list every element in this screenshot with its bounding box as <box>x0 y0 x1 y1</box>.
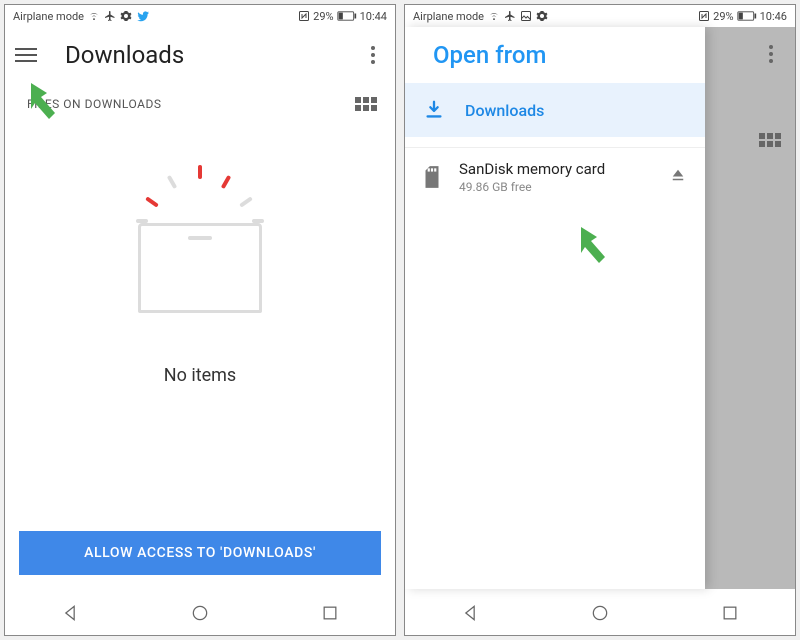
status-left: Airplane mode <box>413 10 548 23</box>
grid-view-icon[interactable] <box>355 97 377 111</box>
toolbar: Downloads <box>5 27 395 83</box>
status-mode-label: Airplane mode <box>13 10 84 23</box>
nav-recent-icon[interactable] <box>320 603 340 623</box>
status-mode-label: Airplane mode <box>413 10 484 23</box>
empty-state: No items <box>5 125 395 521</box>
drawer-item-downloads[interactable]: Downloads <box>405 83 705 137</box>
subheader-label: FILES ON DOWNLOADS <box>27 97 161 111</box>
menu-icon[interactable] <box>15 41 43 69</box>
clock: 10:44 <box>360 10 387 23</box>
eject-icon[interactable] <box>665 162 691 192</box>
nav-bar <box>405 589 795 635</box>
overflow-menu-icon[interactable] <box>361 46 385 64</box>
nav-recent-icon[interactable] <box>720 603 740 623</box>
empty-illustration <box>120 155 280 315</box>
status-right: 29% 10:44 <box>298 10 387 23</box>
status-bar: Airplane mode 29% 10:46 <box>405 5 795 27</box>
download-icon <box>423 99 445 121</box>
storage-free: 49.86 GB free <box>459 180 651 194</box>
nfc-icon <box>698 10 710 22</box>
storage-name: SanDisk memory card <box>459 160 651 178</box>
battery-icon <box>737 10 757 22</box>
page-title: Downloads <box>65 41 361 69</box>
nav-home-icon[interactable] <box>190 603 210 623</box>
wifi-icon <box>488 10 500 22</box>
gear-icon <box>536 10 548 22</box>
image-icon <box>520 10 532 22</box>
allow-access-button[interactable]: ALLOW ACCESS TO 'DOWNLOADS' <box>19 531 381 575</box>
annotation-arrow-right <box>577 223 633 279</box>
status-bar: Airplane mode 29% 10:44 <box>5 5 395 27</box>
nav-back-icon[interactable] <box>460 603 480 623</box>
twitter-icon <box>136 9 150 23</box>
nfc-icon <box>298 10 310 22</box>
battery-pct: 29% <box>713 10 733 23</box>
empty-message: No items <box>164 365 236 386</box>
phone-right: Airplane mode 29% 10:46 Open from Downlo… <box>404 4 796 636</box>
phone-left: Airplane mode 29% 10:44 Downloads FILES … <box>4 4 396 636</box>
status-left: Airplane mode <box>13 9 150 23</box>
scrim-overlay[interactable] <box>705 27 795 589</box>
grid-view-icon[interactable] <box>759 133 781 147</box>
drawer-item-sdcard[interactable]: SanDisk memory card 49.86 GB free <box>405 147 705 206</box>
nav-back-icon[interactable] <box>60 603 80 623</box>
gear-icon <box>120 10 132 22</box>
clock: 10:46 <box>760 10 787 23</box>
battery-icon <box>337 10 357 22</box>
sd-card-icon <box>419 164 445 190</box>
subheader: FILES ON DOWNLOADS <box>5 83 395 125</box>
nav-bar <box>5 589 395 635</box>
drawer-item-label: Downloads <box>465 101 544 120</box>
airplane-icon <box>504 10 516 22</box>
wifi-icon <box>88 10 100 22</box>
nav-home-icon[interactable] <box>590 603 610 623</box>
status-right: 29% 10:46 <box>698 10 787 23</box>
drawer-title: Open from <box>433 41 695 69</box>
battery-pct: 29% <box>313 10 333 23</box>
drawer: Open from Downloads SanDisk memory card … <box>405 27 705 589</box>
airplane-icon <box>104 10 116 22</box>
overflow-menu-icon[interactable] <box>759 45 783 63</box>
